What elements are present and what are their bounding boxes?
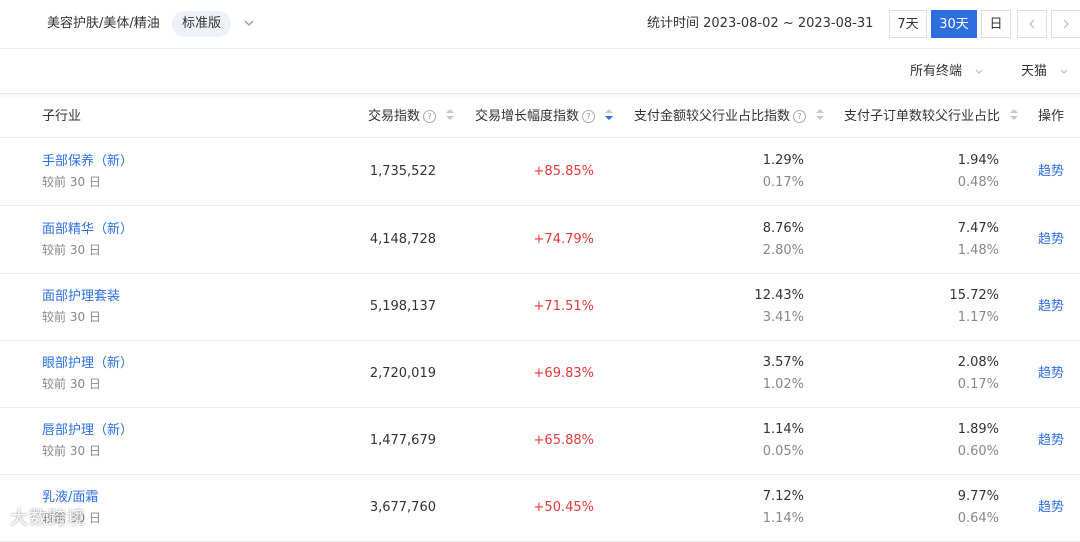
subindustry-name[interactable]: 唇部护理（新） [42, 422, 133, 440]
platform-filter-label: 天猫 [1021, 64, 1048, 79]
pay-orders-share: 1.94% [957, 153, 999, 168]
pay-amount-share: 3.57% [762, 355, 804, 370]
sort-icon[interactable] [816, 108, 825, 122]
pay-orders-share: 7.47% [957, 221, 999, 236]
growth-value: +74.79% [533, 232, 594, 247]
pay-orders-share-prev: 1.48% [957, 243, 999, 258]
pay-orders-share-prev: 0.64% [957, 511, 999, 526]
table-row: 面部精华（新） 较前 30 日 4,148,728 +74.79% 8.76% … [0, 206, 1080, 274]
table-row: 眼部护理（新） 较前 30 日 2,720,019 +69.83% 3.57% … [0, 340, 1080, 408]
sort-icon[interactable] [1010, 108, 1019, 122]
watermark: 大数跨境 [10, 508, 86, 529]
platform-filter[interactable]: 天猫 [1021, 63, 1069, 81]
category-breadcrumb[interactable]: 美容护肤/美体/精油 [47, 14, 160, 34]
column-header-actions: 操作 [1038, 109, 1065, 124]
filter-row: 所有终端 天猫 [0, 49, 1080, 94]
growth-value: +65.88% [533, 433, 594, 448]
chevron-down-icon [975, 69, 983, 74]
growth-value: +85.85% [533, 164, 594, 179]
chevron-left-icon [1029, 19, 1035, 29]
pay-amount-share: 12.43% [754, 288, 804, 303]
column-header-pay-orders-share[interactable]: 支付子订单数较父行业占比 [844, 108, 1019, 126]
table-row: 乳液/面霜 较前 30 日 3,677,760 +50.45% 7.12% 1.… [0, 474, 1080, 542]
trade-index-value: 4,148,728 [369, 232, 436, 247]
terminal-filter-label: 所有终端 [910, 64, 963, 79]
pay-amount-share-prev: 0.17% [762, 175, 804, 190]
subindustry-name[interactable]: 面部护理套装 [42, 288, 120, 306]
growth-value: +50.45% [533, 500, 594, 515]
trade-index-value: 1,735,522 [369, 164, 436, 179]
previous-period-button[interactable] [1017, 10, 1047, 38]
subindustry-name[interactable]: 面部精华（新） [42, 221, 133, 239]
trade-index-value: 5,198,137 [369, 299, 436, 314]
growth-value: +71.51% [533, 299, 594, 314]
chevron-right-icon [1063, 19, 1069, 29]
comparison-label: 较前 30 日 [42, 243, 101, 257]
column-header-trade-index[interactable]: 交易指数? [368, 108, 455, 126]
trend-link[interactable]: 趋势 [1038, 163, 1064, 181]
pay-orders-share-prev: 0.48% [957, 175, 999, 190]
pay-orders-share: 15.72% [949, 288, 999, 303]
seven-days-button[interactable]: 7天 [889, 10, 927, 38]
info-icon[interactable]: ? [793, 110, 807, 123]
trade-index-value: 3,677,760 [369, 500, 436, 515]
trend-link[interactable]: 趋势 [1038, 432, 1064, 450]
date-range-label: 统计时间 2023-08-02 ~ 2023-08-31 [647, 16, 874, 31]
pay-amount-share: 1.14% [762, 422, 804, 437]
trend-link[interactable]: 趋势 [1038, 365, 1064, 383]
trade-index-value: 1,477,679 [369, 433, 436, 448]
trend-link[interactable]: 趋势 [1038, 499, 1064, 517]
pay-orders-share-prev: 0.17% [957, 377, 999, 392]
pay-amount-share: 7.12% [762, 489, 804, 504]
column-header-pay-amount-share[interactable]: 支付金额较父行业占比指数? [634, 108, 825, 126]
column-header-subindustry: 子行业 [42, 109, 82, 124]
terminal-filter[interactable]: 所有终端 [910, 63, 984, 81]
trade-index-value: 2,720,019 [369, 366, 436, 381]
pay-orders-share-prev: 0.60% [957, 444, 999, 459]
table-row: 面部护理套装 较前 30 日 5,198,137 +71.51% 12.43% … [0, 273, 1080, 341]
day-button[interactable]: 日 [981, 10, 1011, 38]
trend-link[interactable]: 趋势 [1038, 298, 1064, 316]
comparison-label: 较前 30 日 [42, 175, 101, 189]
edition-badge[interactable]: 标准版 [172, 11, 232, 37]
subindustry-name[interactable]: 手部保养（新） [42, 153, 133, 171]
sort-icon[interactable] [446, 108, 455, 122]
pay-orders-share: 2.08% [957, 355, 999, 370]
pay-amount-share: 8.76% [762, 221, 804, 236]
top-bar: 美容护肤/美体/精油 标准版 统计时间 2023-08-02 ~ 2023-08… [0, 0, 1080, 49]
pay-orders-share: 9.77% [957, 489, 999, 504]
subindustry-name[interactable]: 眼部护理（新） [42, 355, 133, 373]
table-row: 唇部护理（新） 较前 30 日 1,477,679 +65.88% 1.14% … [0, 407, 1080, 475]
pay-amount-share-prev: 0.05% [762, 444, 804, 459]
pay-amount-share-prev: 1.02% [762, 377, 804, 392]
comparison-label: 较前 30 日 [42, 310, 101, 324]
chevron-down-icon [1060, 69, 1068, 74]
comparison-label: 较前 30 日 [42, 444, 101, 458]
pay-amount-share: 1.29% [762, 153, 804, 168]
comparison-label: 较前 30 日 [42, 377, 101, 391]
sort-desc-icon[interactable] [605, 108, 614, 122]
chevron-down-icon[interactable] [242, 16, 256, 30]
pay-orders-share: 1.89% [957, 422, 999, 437]
pay-amount-share-prev: 3.41% [762, 310, 804, 325]
thirty-days-button[interactable]: 30天 [931, 10, 977, 38]
table-header: 子行业 交易指数? 交易增长幅度指数? 支付金额较父行业占比指数? 支付子订单数… [0, 97, 1080, 138]
info-icon[interactable]: ? [423, 110, 437, 123]
trend-link[interactable]: 趋势 [1038, 231, 1064, 249]
table-row: 手部保养（新） 较前 30 日 1,735,522 +85.85% 1.29% … [0, 138, 1080, 206]
pay-amount-share-prev: 1.14% [762, 511, 804, 526]
next-period-button[interactable] [1051, 10, 1080, 38]
pay-orders-share-prev: 1.17% [957, 310, 999, 325]
info-icon[interactable]: ? [582, 110, 596, 123]
pay-amount-share-prev: 2.80% [762, 243, 804, 258]
growth-value: +69.83% [533, 366, 594, 381]
column-header-growth-index[interactable]: 交易增长幅度指数? [475, 108, 614, 126]
